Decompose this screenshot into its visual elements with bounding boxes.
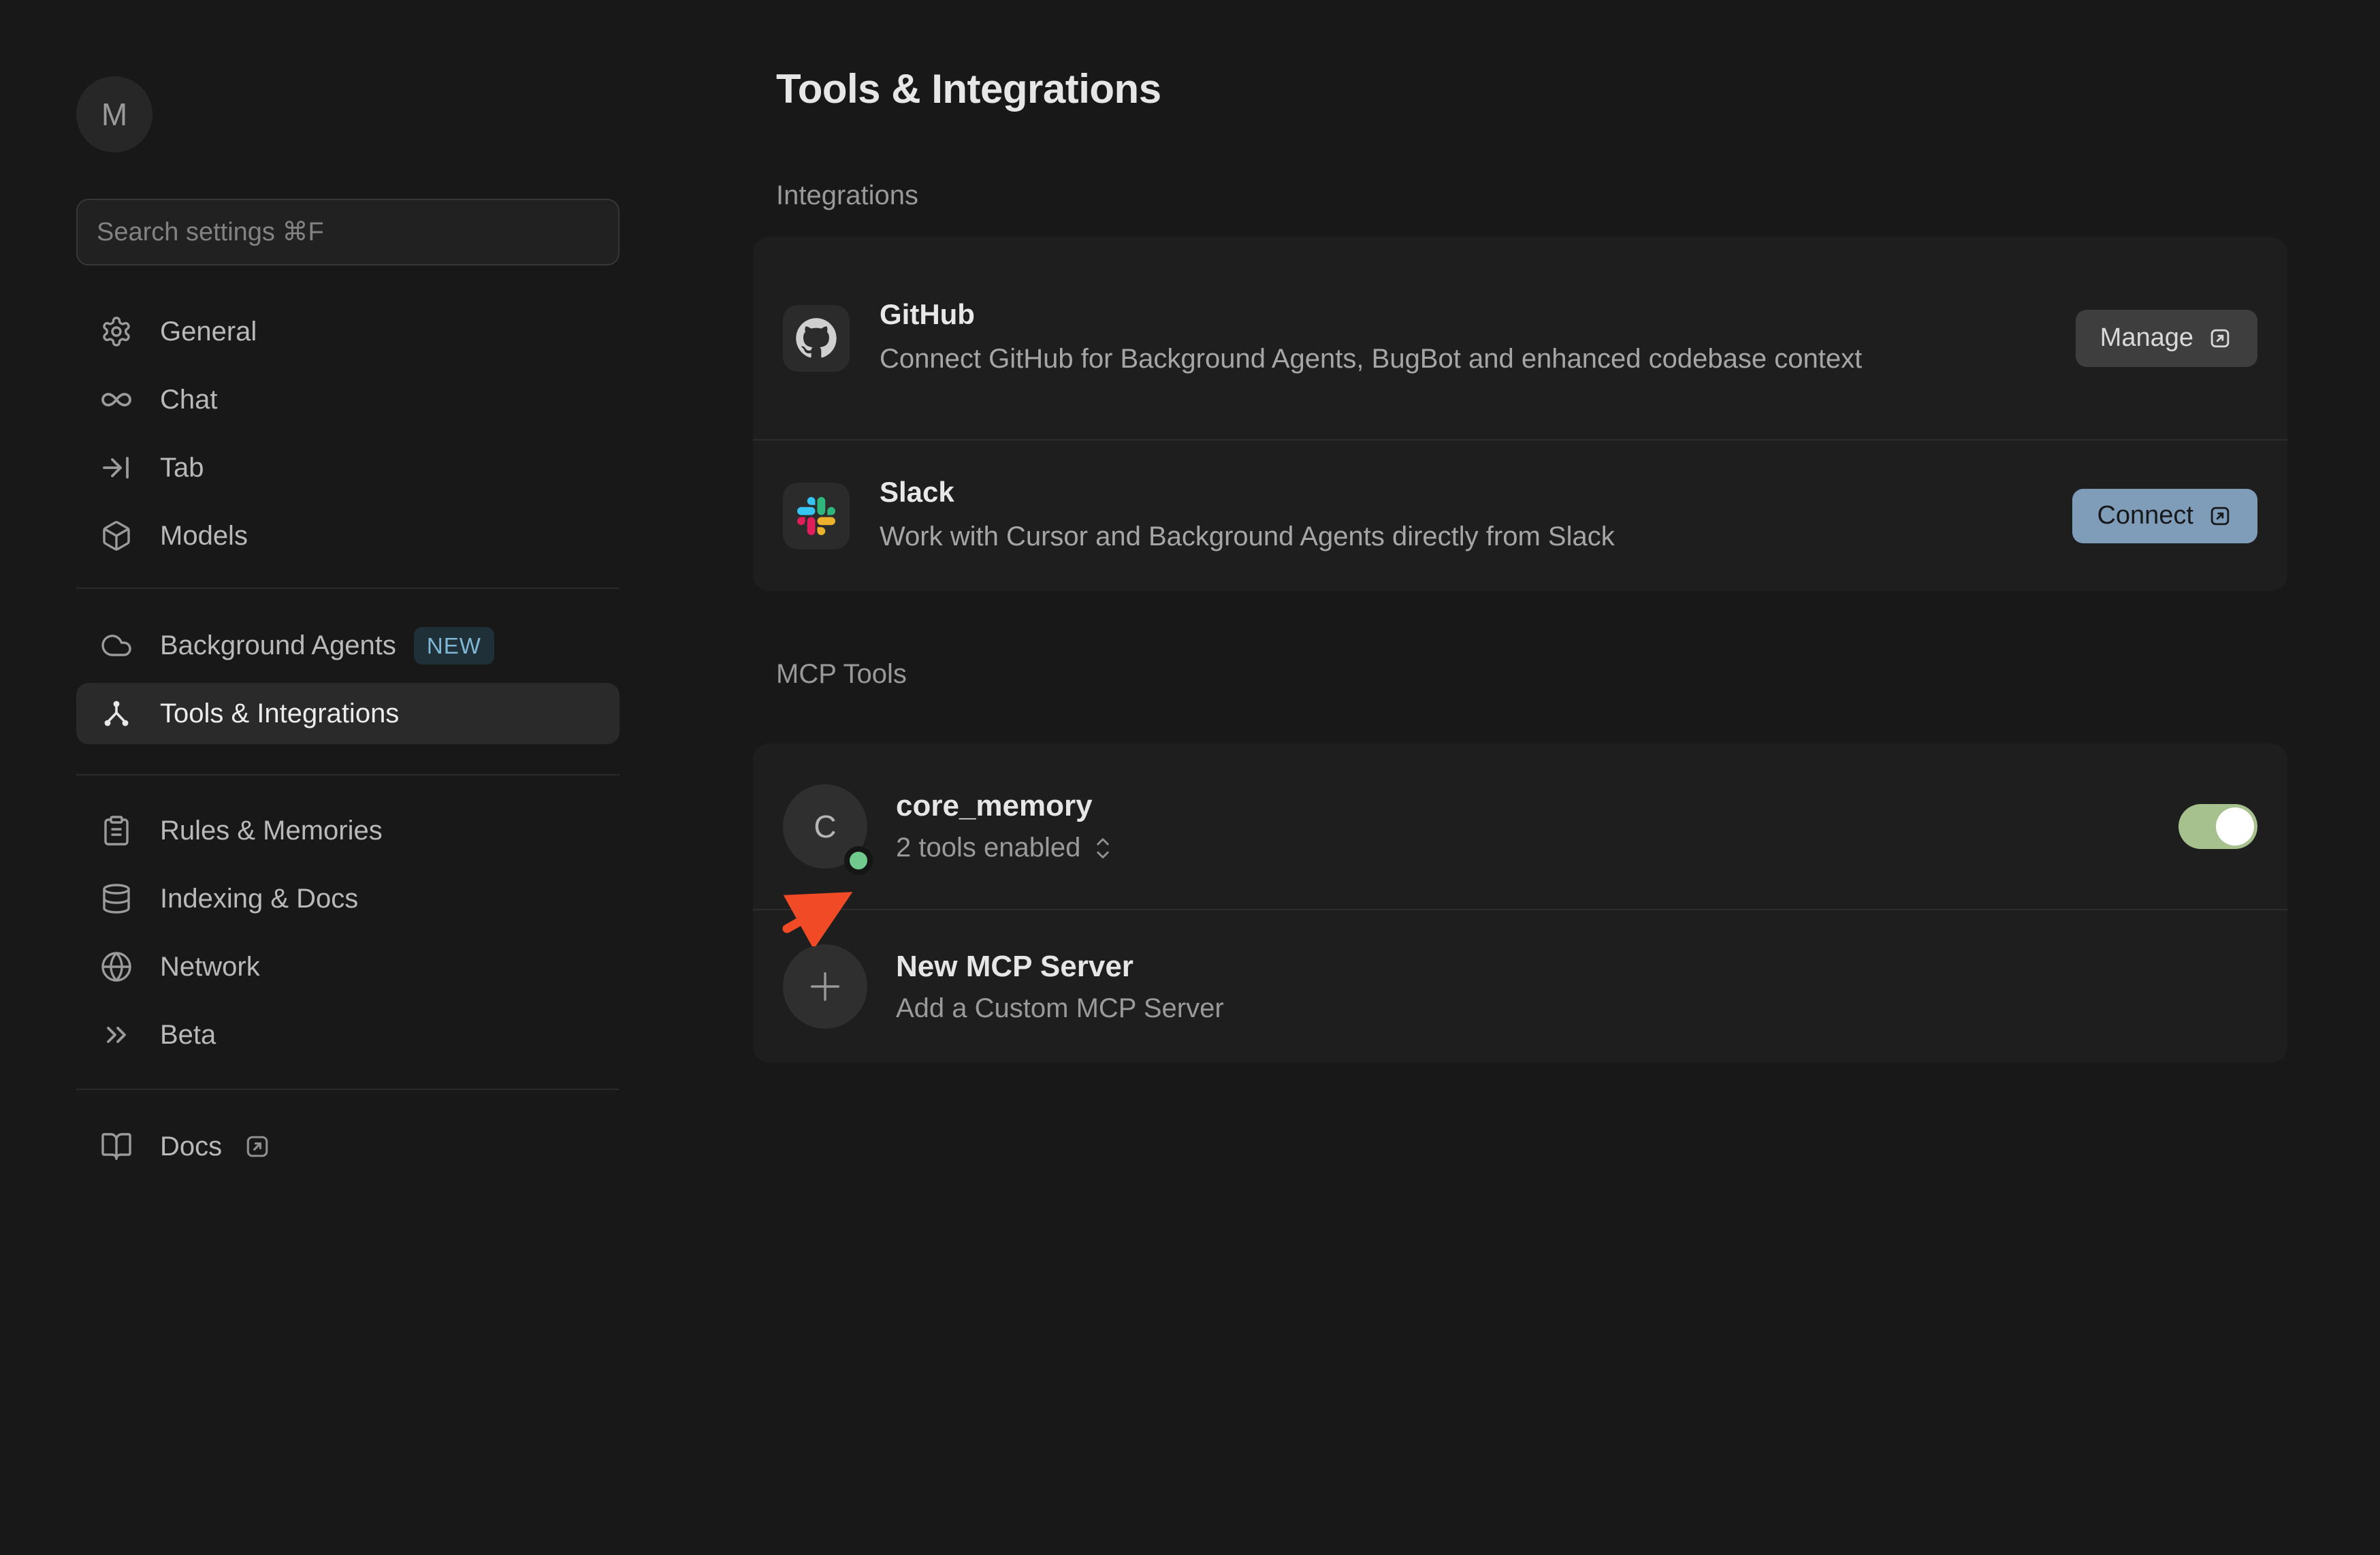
- mcp-server-name: core_memory: [896, 789, 2178, 823]
- settings-main: Tools & Integrations Integrations GitHub…: [753, 0, 2287, 1063]
- github-text: GitHub Connect GitHub for Background Age…: [880, 298, 2076, 379]
- core-memory-toggle[interactable]: [2178, 804, 2257, 849]
- new-mcp-server-subtitle: Add a Custom MCP Server: [896, 993, 2257, 1024]
- sidebar-item-label: Indexing & Docs: [160, 884, 358, 914]
- mcp-section-label: MCP Tools: [776, 659, 2287, 690]
- sidebar-item-docs[interactable]: Docs: [76, 1112, 620, 1181]
- external-link-icon: [2207, 503, 2233, 529]
- user-avatar[interactable]: M: [76, 76, 152, 153]
- mcp-tools-enabled-label: 2 tools enabled: [896, 833, 1080, 863]
- integration-title: GitHub: [880, 298, 2076, 331]
- mcp-server-row: C core_memory 2 tools enabled: [753, 743, 2287, 909]
- settings-sidebar: M General Chat Tab Models: [76, 76, 620, 1181]
- sidebar-item-beta[interactable]: Beta: [76, 1001, 620, 1069]
- integration-title: Slack: [880, 476, 2072, 509]
- infinity-icon: [100, 383, 133, 416]
- integration-row-github: GitHub Connect GitHub for Background Age…: [753, 237, 2287, 439]
- gear-icon: [100, 315, 133, 348]
- integration-row-slack: Slack Work with Cursor and Background Ag…: [753, 439, 2287, 591]
- manage-button[interactable]: Manage: [2076, 310, 2257, 367]
- chevrons-right-icon: [100, 1019, 133, 1051]
- sidebar-item-general[interactable]: General: [76, 298, 620, 366]
- sidebar-item-tools-integrations[interactable]: Tools & Integrations: [76, 683, 620, 744]
- new-badge: NEW: [414, 627, 494, 664]
- sidebar-nav-footer: Docs: [76, 1112, 620, 1181]
- status-dot-connected: [844, 846, 873, 875]
- manage-button-label: Manage: [2100, 323, 2193, 353]
- sidebar-item-tab[interactable]: Tab: [76, 434, 620, 502]
- external-link-icon: [2207, 325, 2233, 351]
- sidebar-item-label: Tools & Integrations: [160, 699, 399, 729]
- database-icon: [100, 882, 133, 915]
- sidebar-item-rules-memories[interactable]: Rules & Memories: [76, 797, 620, 865]
- toggle-knob: [2216, 807, 2254, 846]
- sidebar-item-indexing-docs[interactable]: Indexing & Docs: [76, 865, 620, 933]
- sidebar-item-chat[interactable]: Chat: [76, 366, 620, 434]
- sidebar-item-label: Rules & Memories: [160, 816, 383, 846]
- chevron-up-down-icon: [1093, 833, 1113, 864]
- integration-description: Connect GitHub for Background Agents, Bu…: [880, 339, 1942, 379]
- sidebar-nav-agents: Background Agents NEW Tools & Integratio…: [76, 611, 620, 744]
- mcp-server-initial: C: [814, 808, 836, 845]
- sidebar-item-label: Models: [160, 521, 248, 551]
- integrations-card: GitHub Connect GitHub for Background Age…: [753, 237, 2287, 591]
- sidebar-item-models[interactable]: Models: [76, 502, 620, 570]
- connect-button[interactable]: Connect: [2072, 489, 2257, 543]
- divider: [76, 1089, 620, 1090]
- sidebar-item-label: General: [160, 317, 257, 347]
- sidebar-nav-primary: General Chat Tab Models: [76, 298, 620, 570]
- globe-icon: [100, 950, 133, 983]
- divider: [76, 588, 620, 589]
- sidebar-item-label: Beta: [160, 1020, 216, 1051]
- mcp-server-avatar: C: [783, 784, 867, 869]
- arrow-to-line-icon: [100, 451, 133, 484]
- slack-text: Slack Work with Cursor and Background Ag…: [880, 476, 2072, 556]
- nodes-icon: [100, 697, 133, 730]
- new-mcp-server-title: New MCP Server: [896, 950, 2257, 984]
- clipboard-icon: [100, 814, 133, 847]
- external-link-icon: [242, 1132, 272, 1161]
- cloud-icon: [100, 629, 133, 662]
- slack-icon: [783, 483, 850, 549]
- sidebar-item-background-agents[interactable]: Background Agents NEW: [76, 611, 620, 679]
- plus-icon: [783, 944, 867, 1029]
- integrations-section-label: Integrations: [776, 180, 2287, 211]
- connect-button-label: Connect: [2097, 501, 2193, 530]
- sidebar-item-label: Tab: [160, 453, 204, 483]
- page-title: Tools & Integrations: [776, 65, 2287, 112]
- mcp-card: C core_memory 2 tools enabled: [753, 743, 2287, 1063]
- divider: [76, 774, 620, 775]
- avatar-initial: M: [101, 96, 127, 133]
- sidebar-nav-config: Rules & Memories Indexing & Docs Network…: [76, 797, 620, 1069]
- new-mcp-server-text: New MCP Server Add a Custom MCP Server: [896, 950, 2257, 1024]
- new-mcp-server-row[interactable]: New MCP Server Add a Custom MCP Server: [753, 909, 2287, 1063]
- sidebar-item-network[interactable]: Network: [76, 933, 620, 1001]
- sidebar-item-label: Network: [160, 952, 260, 982]
- integration-description: Work with Cursor and Background Agents d…: [880, 517, 1942, 556]
- sidebar-item-label: Background Agents: [160, 630, 396, 661]
- search-settings-input[interactable]: [76, 199, 620, 266]
- mcp-tools-enabled[interactable]: 2 tools enabled: [896, 833, 2178, 864]
- mcp-server-text: core_memory 2 tools enabled: [896, 789, 2178, 864]
- cube-icon: [100, 519, 133, 552]
- github-icon: [783, 305, 850, 372]
- book-icon: [100, 1130, 133, 1163]
- sidebar-item-label: Chat: [160, 385, 218, 415]
- sidebar-item-label: Docs: [160, 1132, 222, 1162]
